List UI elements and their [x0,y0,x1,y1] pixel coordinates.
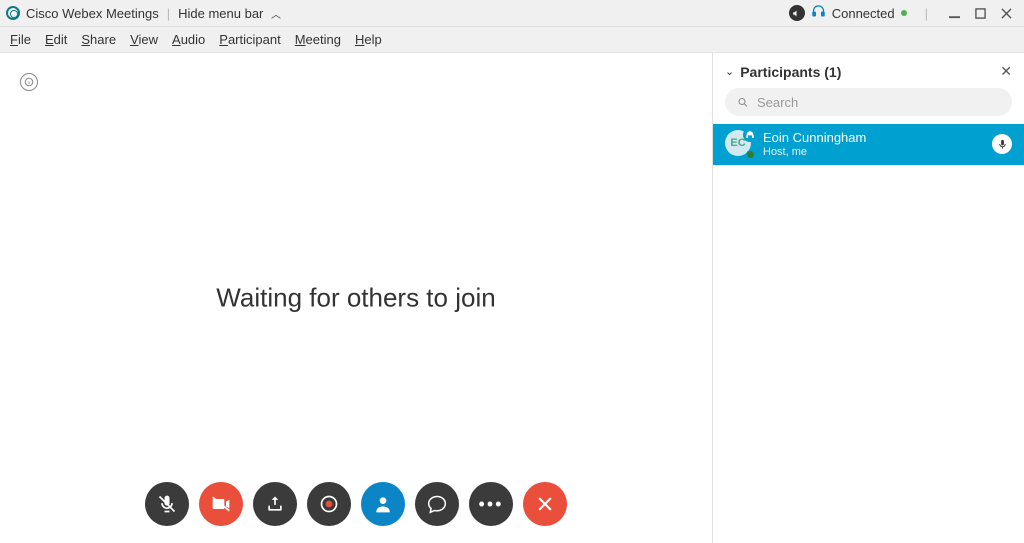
share-button[interactable] [253,482,297,526]
participants-search[interactable] [725,88,1012,116]
avatar: EC [725,130,753,158]
participants-title: Participants (1) [740,64,1000,80]
menu-view[interactable]: View [130,32,158,47]
leave-meeting-button[interactable] [523,482,567,526]
window-close-button[interactable] [1000,7,1012,19]
status-dot-icon [901,10,907,16]
webex-logo-icon [6,6,20,20]
participants-panel: ⌄ Participants (1) ✕ EC Eoin Cunningham … [712,53,1024,543]
record-button[interactable] [307,482,351,526]
connection-label: Connected [832,6,895,21]
menu-help[interactable]: Help [355,32,382,47]
search-icon [737,96,749,109]
menu-file[interactable]: File [10,32,31,47]
menu-participant[interactable]: Participant [219,32,280,47]
audio-indicator-icon [789,5,805,21]
close-panel-button[interactable]: ✕ [1000,63,1012,80]
participant-subtitle: Host, me [763,146,982,159]
chevron-up-icon: ︿ [271,10,281,21]
chevron-down-icon[interactable]: ⌄ [725,65,734,78]
mute-button[interactable] [145,482,189,526]
hide-menu-bar-button[interactable]: Hide menu bar ︿ [178,6,281,21]
waiting-message: Waiting for others to join [216,283,495,314]
menu-share[interactable]: Share [81,32,116,47]
more-options-button[interactable]: ••• [469,482,513,526]
window-maximize-button[interactable] [974,7,986,19]
meeting-stage: Waiting for others to join ••• [0,53,712,543]
title-separator-2: | [925,6,928,21]
meeting-controls: ••• [0,465,712,543]
video-button[interactable] [199,482,243,526]
chat-button[interactable] [415,482,459,526]
search-input[interactable] [757,95,1000,110]
participant-row[interactable]: EC Eoin Cunningham Host, me [713,124,1024,165]
menubar: File Edit Share View Audio Participant M… [0,27,1024,53]
window-minimize-button[interactable] [948,7,960,19]
menu-audio[interactable]: Audio [172,32,205,47]
menu-edit[interactable]: Edit [45,32,67,47]
participant-name: Eoin Cunningham [763,130,982,146]
participant-mic-icon[interactable] [992,134,1012,154]
menu-file-rest: ile [18,32,31,47]
app-name: Cisco Webex Meetings [26,6,159,21]
headset-icon [811,4,826,22]
ellipsis-icon: ••• [479,494,504,515]
presence-dot-icon [746,150,755,159]
titlebar: Cisco Webex Meetings | Hide menu bar ︿ C… [0,0,1024,27]
meeting-info-button[interactable] [20,73,38,91]
menu-meeting[interactable]: Meeting [295,32,341,47]
participants-button[interactable] [361,482,405,526]
title-separator: | [167,6,170,21]
connection-status[interactable]: Connected [789,4,907,22]
headset-icon [743,128,757,142]
hide-menu-bar-label: Hide menu bar [178,6,263,21]
